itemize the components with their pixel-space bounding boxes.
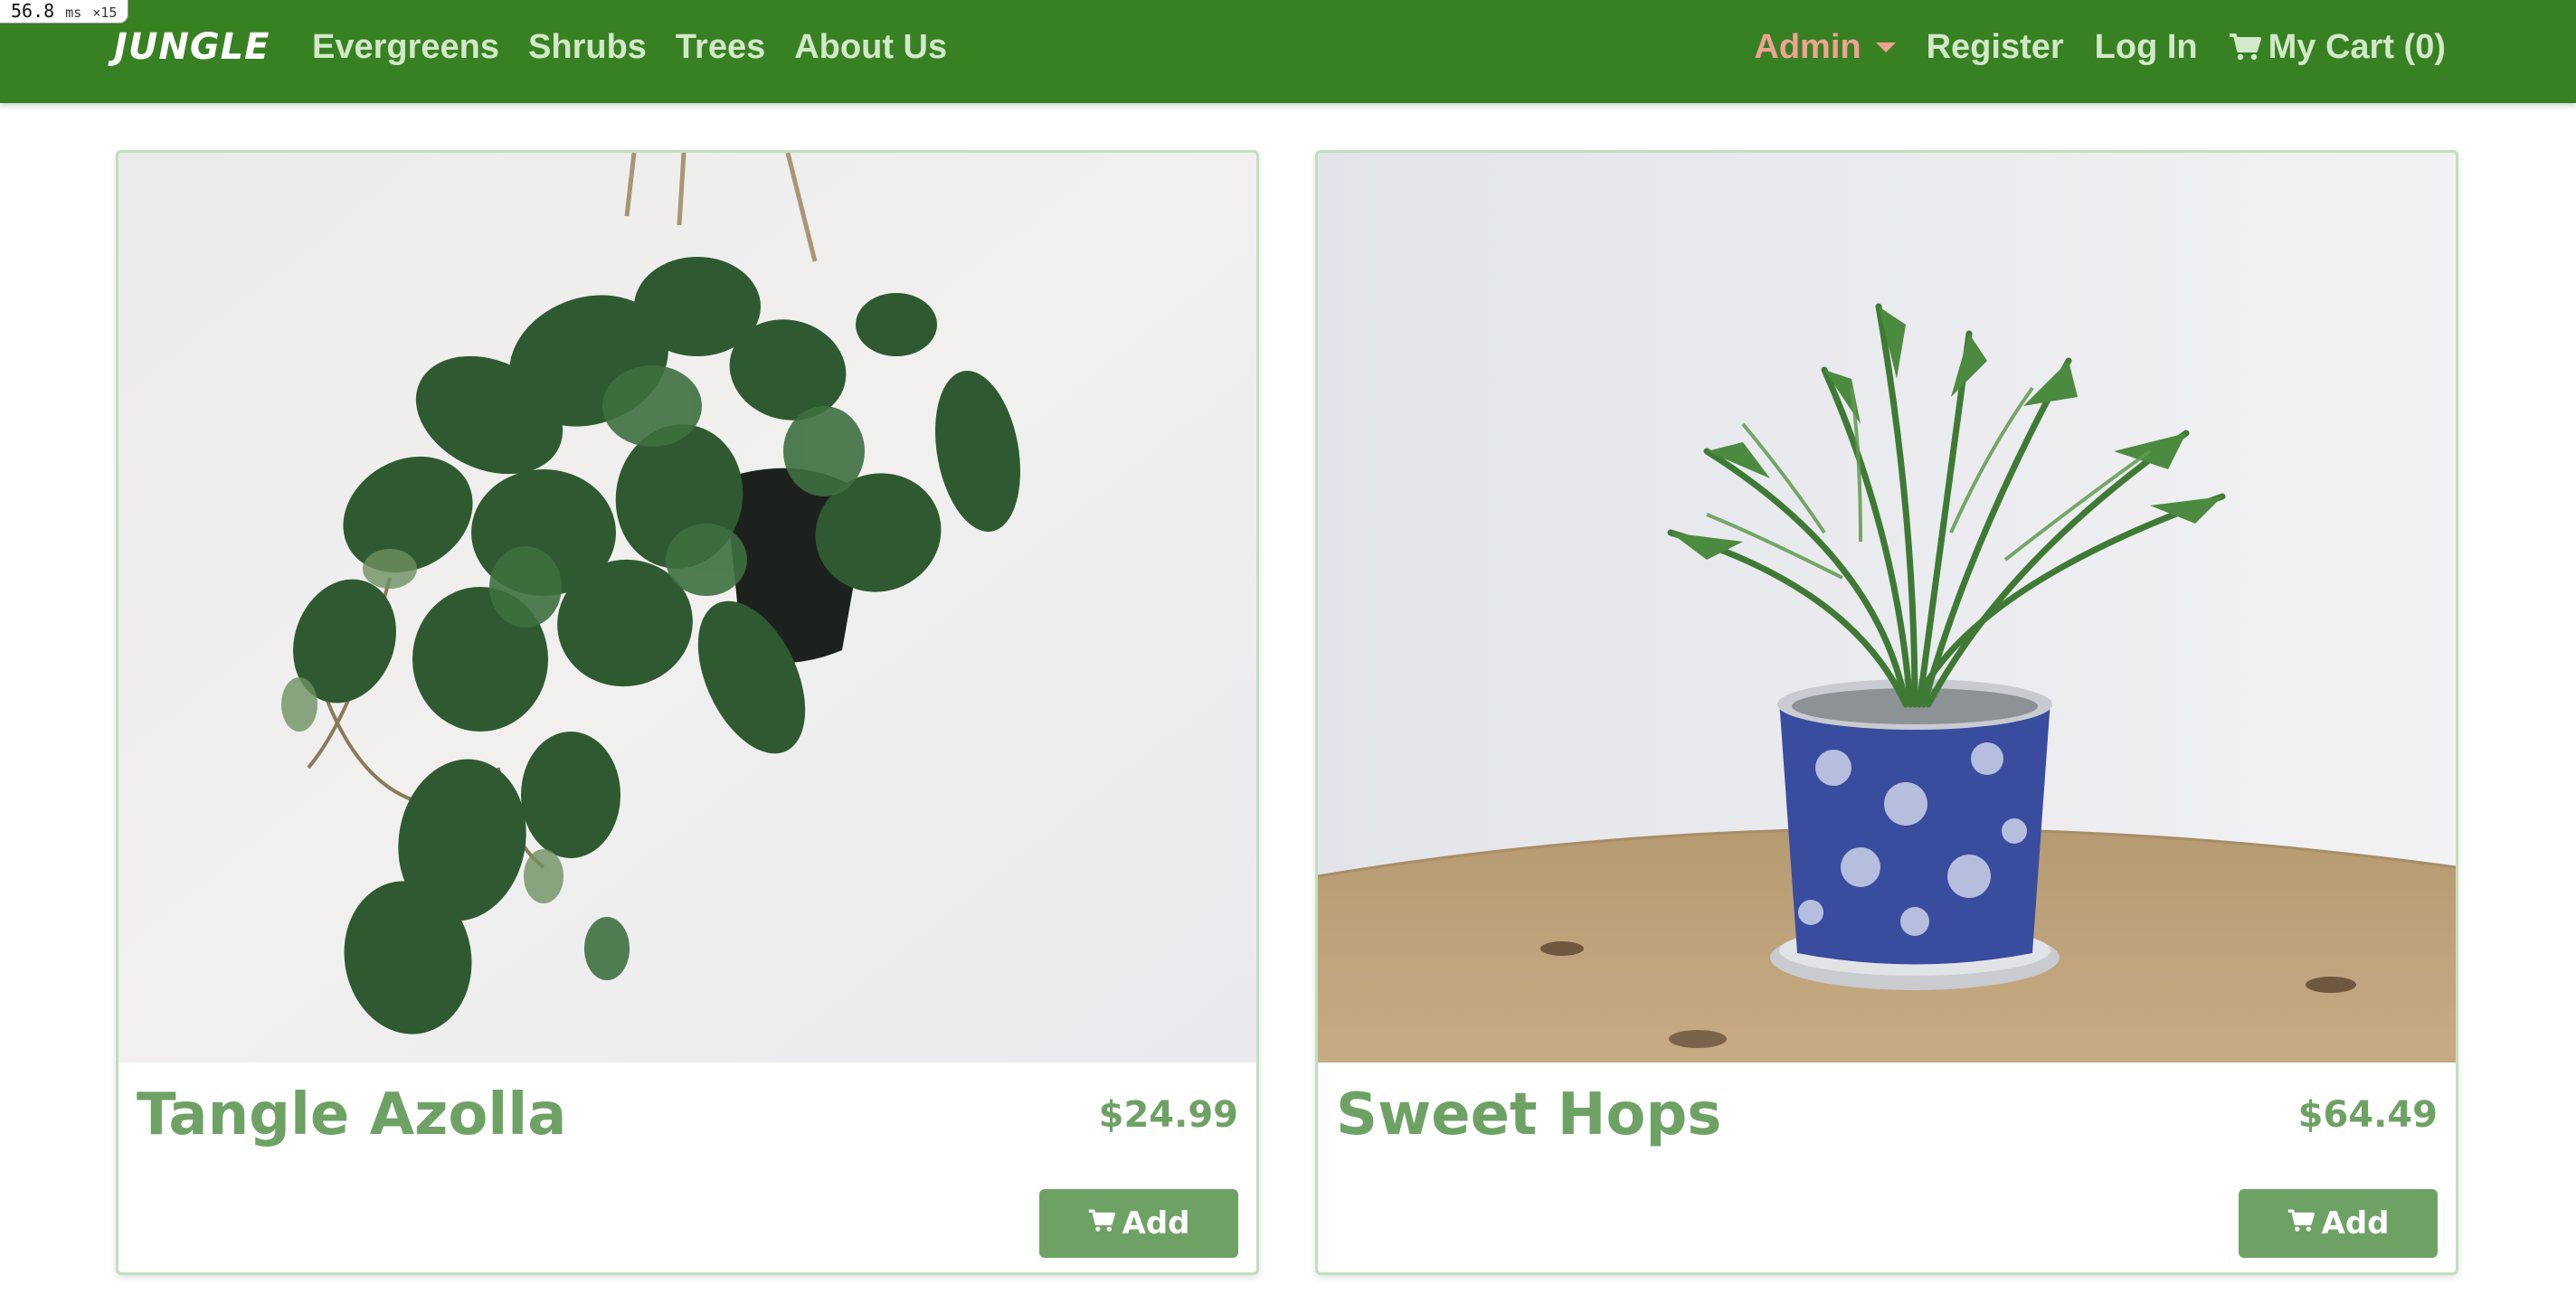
nav-link-about-us[interactable]: About Us bbox=[794, 22, 947, 72]
add-button-label: Add bbox=[1122, 1205, 1190, 1242]
top-navbar: JUNGLE Evergreens Shrubs Trees About Us … bbox=[0, 0, 2576, 103]
account-nav: Admin Register Log In My Cart (0) bbox=[1754, 22, 2446, 72]
perf-unit: ms bbox=[65, 5, 82, 21]
perf-multiplier: ×15 bbox=[92, 5, 118, 21]
product-image-hanging-pothos[interactable] bbox=[118, 153, 1256, 1063]
product-title[interactable]: Tangle Azolla bbox=[137, 1079, 566, 1151]
nav-link-trees[interactable]: Trees bbox=[676, 22, 765, 72]
shopping-cart-icon bbox=[1088, 1205, 1115, 1242]
add-to-cart-button[interactable]: Add bbox=[2239, 1189, 2438, 1258]
add-to-cart-button[interactable]: Add bbox=[1039, 1189, 1238, 1258]
register-link[interactable]: Register bbox=[1927, 22, 2064, 72]
product-price: $24.99 bbox=[1098, 1094, 1238, 1136]
login-link[interactable]: Log In bbox=[2095, 22, 2198, 72]
category-nav: Evergreens Shrubs Trees About Us bbox=[312, 22, 947, 72]
perf-badge: 56.8 ms ×15 bbox=[0, 0, 129, 24]
shopping-cart-icon bbox=[2229, 33, 2261, 61]
product-card: Tangle Azolla $24.99 Add bbox=[116, 150, 1259, 1275]
brand-logo[interactable]: JUNGLE bbox=[114, 22, 270, 72]
nav-link-shrubs[interactable]: Shrubs bbox=[528, 22, 647, 72]
perf-value: 56.8 bbox=[11, 0, 55, 22]
shopping-cart-icon bbox=[2287, 1205, 2315, 1242]
product-price: $64.49 bbox=[2297, 1094, 2438, 1136]
add-button-label: Add bbox=[2321, 1205, 2390, 1242]
product-image-palm-in-blue-pot[interactable] bbox=[1318, 153, 2456, 1063]
admin-label: Admin bbox=[1754, 28, 1861, 66]
admin-dropdown[interactable]: Admin bbox=[1754, 22, 1896, 72]
product-card: Sweet Hops $64.49 Add bbox=[1315, 150, 2458, 1275]
cart-label: My Cart (0) bbox=[2268, 28, 2446, 66]
product-title[interactable]: Sweet Hops bbox=[1336, 1079, 1721, 1151]
cart-link[interactable]: My Cart (0) bbox=[2229, 22, 2446, 72]
nav-link-evergreens[interactable]: Evergreens bbox=[312, 22, 499, 72]
caret-down-icon bbox=[1875, 42, 1896, 52]
